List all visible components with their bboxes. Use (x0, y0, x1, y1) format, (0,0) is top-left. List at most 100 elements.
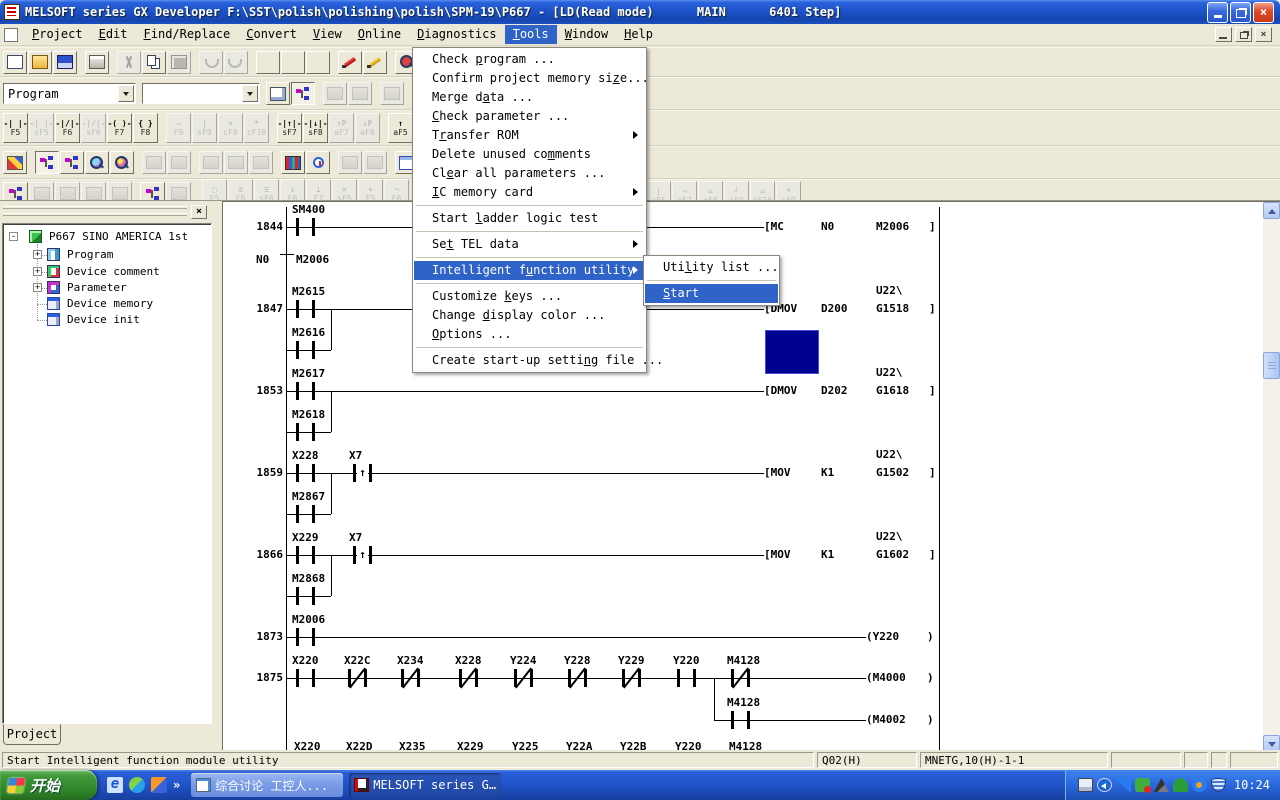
menubar-item[interactable]: Find/Replace (136, 25, 239, 44)
ladder-symbol-F6-button[interactable]: -|/|-F6 (55, 113, 80, 143)
new-button[interactable] (3, 51, 27, 74)
ladder-symbol-sF6-button[interactable]: -|/|-sF6 (81, 113, 106, 143)
menu-item[interactable]: Start ladder logic test (414, 209, 645, 228)
device-batch-monitor-button[interactable] (281, 151, 305, 174)
ladder-symbol-F8-button[interactable]: { }F8 (133, 113, 158, 143)
menu-item[interactable]: Create start-up setting file ... (414, 351, 645, 370)
tree-item[interactable]: +Program (3, 247, 211, 263)
menubar-item[interactable]: Tools (505, 25, 557, 44)
collapse-icon[interactable]: - (9, 232, 18, 241)
find-button[interactable] (256, 51, 280, 74)
open-button[interactable] (28, 51, 52, 74)
antivirus-tray-icon[interactable] (1135, 778, 1150, 792)
device-test-3-button[interactable] (249, 151, 273, 174)
tree-item[interactable]: +Parameter (3, 280, 211, 296)
ladder-symbol-sF7-button[interactable]: -|↑|-sF7 (277, 113, 302, 143)
panel-grip[interactable] (3, 206, 187, 209)
device-test-1-button[interactable] (199, 151, 223, 174)
menu-item[interactable]: Intelligent function utility (414, 261, 645, 280)
tree-item[interactable]: -P667 SINO AMERICA 1st (3, 229, 211, 245)
menu-item[interactable]: Customize keys ... (414, 287, 645, 306)
launcher-tray-icon[interactable] (1154, 778, 1169, 792)
ladder-symbol-sF8-button[interactable]: -|↓|-sF8 (303, 113, 328, 143)
menu-item[interactable]: Confirm project memory size... (414, 69, 645, 88)
menubar-item[interactable]: Diagnostics (409, 25, 504, 44)
find-contact-button[interactable] (110, 151, 134, 174)
taskbar-task-button[interactable]: MELSOFT series G... (349, 773, 501, 797)
ladder-symbol-aF8-button[interactable]: ↓PaF8 (355, 113, 380, 143)
copy-button[interactable] (142, 51, 166, 74)
menu-item[interactable]: Check parameter ... (414, 107, 645, 126)
tree-item[interactable]: Device init (3, 312, 211, 328)
project-data-list-button[interactable] (266, 82, 290, 105)
umbrella-tray-icon[interactable] (1173, 778, 1188, 792)
menu-item[interactable]: Transfer ROM (414, 126, 645, 145)
media-quicklaunch-icon[interactable] (151, 777, 167, 793)
child-minimize-button[interactable] (1215, 27, 1232, 42)
ladder-symbol-aF5-button[interactable]: ↑aF5 (388, 113, 413, 143)
taskbar-clock[interactable]: 10:24 (1234, 778, 1270, 792)
redo-button[interactable] (224, 51, 248, 74)
monitor-stop-button[interactable] (167, 151, 191, 174)
scroll-up-icon[interactable] (1263, 202, 1280, 219)
menu-item[interactable]: IC memory card (414, 183, 645, 202)
pen-yellow-button[interactable] (363, 51, 387, 74)
comment-display-button[interactable] (60, 151, 84, 174)
shield-tray-icon[interactable] (1211, 778, 1226, 792)
paste-button[interactable] (167, 51, 191, 74)
menubar-item[interactable]: Help (616, 25, 661, 44)
keyboard-tray-icon[interactable] (1078, 778, 1093, 792)
module-b-button[interactable] (348, 82, 372, 105)
expand-icon[interactable]: + (33, 283, 42, 292)
find-device-button[interactable] (85, 151, 109, 174)
print-button[interactable] (85, 51, 109, 74)
menu-item[interactable]: Options ... (414, 325, 645, 344)
menubar-item[interactable]: Edit (91, 25, 136, 44)
find-device-combo[interactable] (142, 83, 260, 104)
ladder-symbol-F7-button[interactable]: -( )-F7 (107, 113, 132, 143)
restore-button[interactable] (1230, 2, 1251, 23)
menu-item[interactable]: Clear all parameters ... (414, 164, 645, 183)
taskbar-task-button[interactable]: 综合讨论 工控人... (191, 773, 343, 797)
menubar-item[interactable]: View (305, 25, 350, 44)
expand-icon[interactable]: + (33, 250, 42, 259)
ladder-display-button[interactable] (35, 151, 59, 174)
ladder-cursor[interactable] (765, 330, 819, 374)
menu-item[interactable]: Utility list ... (645, 258, 778, 277)
find-string-button[interactable] (306, 51, 330, 74)
start-button[interactable]: 开始 (0, 770, 97, 800)
data-tree-button[interactable] (291, 82, 315, 105)
module-a-button[interactable] (323, 82, 347, 105)
chevron-down-icon[interactable] (118, 85, 134, 102)
save-button[interactable] (53, 51, 77, 74)
menubar-item[interactable]: Online (350, 25, 409, 44)
overflow-chevron-icon[interactable]: » (173, 778, 180, 792)
scroll-thumb[interactable] (1263, 352, 1280, 379)
ladder-symbol-F5-button[interactable]: -| |-F5 (3, 113, 28, 143)
child-restore-button[interactable] (1235, 27, 1252, 42)
chevron-down-icon[interactable] (242, 85, 258, 102)
tree-item[interactable]: Device memory (3, 296, 211, 312)
ladder-symbol-sF9-button[interactable]: |sF9 (192, 113, 217, 143)
read-mode-button[interactable] (3, 151, 27, 174)
tab-project[interactable]: Project (3, 724, 61, 745)
module-c-button[interactable] (380, 82, 404, 105)
undo-button[interactable] (199, 51, 223, 74)
tree-item[interactable]: +Device comment (3, 264, 211, 280)
menu-item[interactable]: Change display color ... (414, 306, 645, 325)
vertical-scrollbar[interactable] (1263, 202, 1280, 752)
mdi-child-icon[interactable] (4, 28, 18, 42)
msn-quicklaunch-icon[interactable] (129, 777, 145, 793)
pen-red-button[interactable] (338, 51, 362, 74)
menubar-item[interactable]: Window (557, 25, 616, 44)
minimize-button[interactable] (1207, 2, 1228, 23)
entry-data-monitor-button[interactable] (306, 151, 330, 174)
panel-grip[interactable] (3, 213, 187, 216)
close-button[interactable]: × (1253, 2, 1274, 23)
title-bar[interactable]: MELSOFT series GX Developer F:\SST\polis… (0, 0, 1280, 24)
child-close-button[interactable]: × (1255, 27, 1272, 42)
menu-item[interactable]: Set TEL data (414, 235, 645, 254)
menu-item[interactable]: Check program ... (414, 50, 645, 69)
program-select[interactable]: Program (3, 83, 136, 104)
ladder-symbol-aF7-button[interactable]: ↑PaF7 (329, 113, 354, 143)
